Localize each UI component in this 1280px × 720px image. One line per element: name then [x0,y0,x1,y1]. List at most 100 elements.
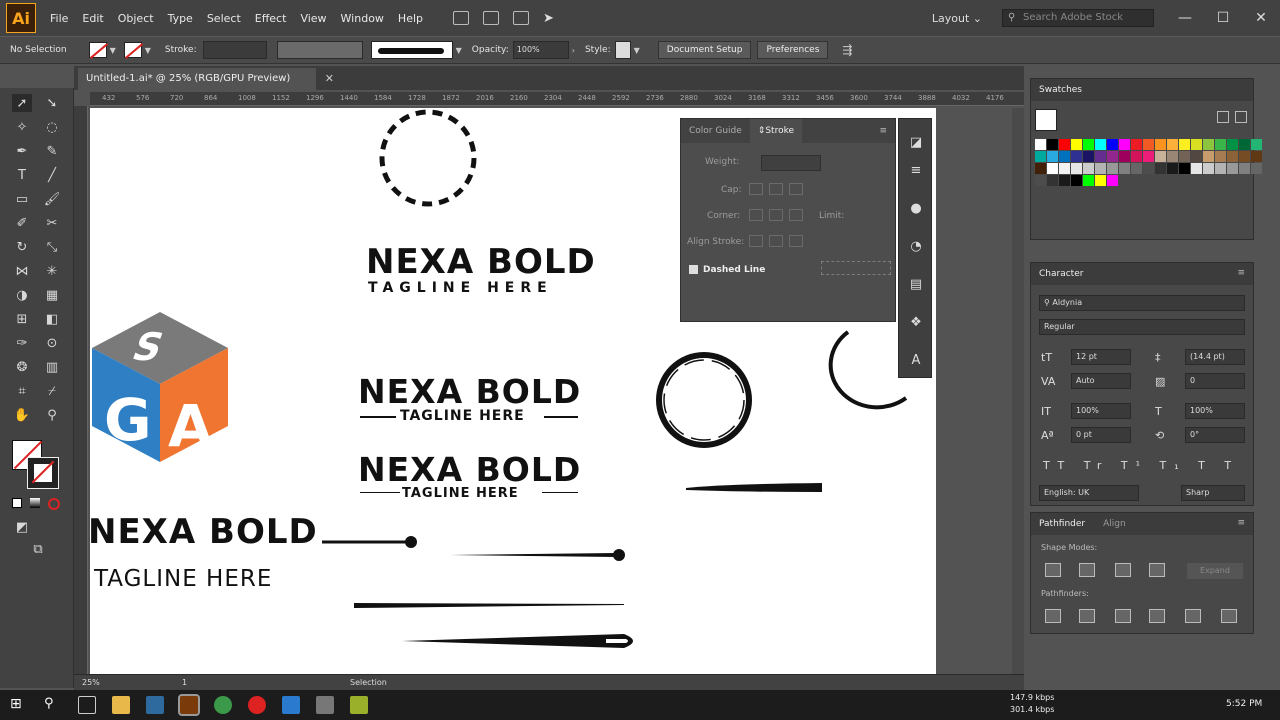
app-icon[interactable] [316,696,334,714]
illustrator-icon[interactable] [178,694,200,716]
color-swatch[interactable] [1107,151,1118,162]
color-swatch[interactable] [1035,175,1046,186]
weight-field[interactable] [761,155,821,171]
color-swatch[interactable] [1083,175,1094,186]
search-icon[interactable]: ⚲ [44,696,62,714]
color-swatch[interactable] [1143,163,1154,174]
close-tab-icon[interactable]: ✕ [325,72,334,85]
app-icon[interactable] [350,696,368,714]
color-swatch[interactable] [1059,151,1070,162]
color-swatch[interactable] [1071,139,1082,150]
color-swatch[interactable] [1143,139,1154,150]
brush-stroke-thin-taper[interactable] [352,600,628,610]
intersect-button[interactable] [1115,563,1131,577]
color-swatch[interactable] [1035,139,1046,150]
color-swatch[interactable] [1047,139,1058,150]
brush-stroke-taper-dot[interactable] [448,546,630,562]
vertical-scrollbar[interactable] [1012,108,1024,674]
width-tool-icon[interactable]: ⋈ [12,262,32,280]
color-icon[interactable]: ● [907,199,925,217]
color-swatch[interactable] [1167,139,1178,150]
color-swatch[interactable] [1083,163,1094,174]
none-swatch[interactable] [1035,109,1057,131]
tracking-field[interactable]: 0 [1185,373,1245,389]
zoom-level[interactable]: 25% [82,678,100,687]
color-swatch[interactable] [1191,139,1202,150]
color-swatch[interactable] [1215,163,1226,174]
color-swatch[interactable] [1167,163,1178,174]
transparency-icon[interactable]: ▤ [907,275,925,293]
gradient-tool-icon[interactable]: ◧ [42,310,62,328]
color-swatch[interactable] [1227,163,1238,174]
color-swatch[interactable] [1131,139,1142,150]
menu-select[interactable]: Select [207,12,241,25]
hand-tool-icon[interactable]: ✋ [12,406,32,424]
send-icon[interactable]: ➤ [543,11,554,26]
selection-tool-icon[interactable]: ➚ [12,94,32,112]
crop-button[interactable] [1149,609,1165,623]
brush-stroke-needle[interactable] [400,632,644,650]
artboard-number[interactable]: 1 [182,678,187,687]
align-center-button[interactable] [749,235,763,247]
color-swatch[interactable] [1107,139,1118,150]
color-swatch[interactable] [1155,139,1166,150]
style-swatch[interactable] [614,41,631,59]
minus-front-button[interactable] [1079,563,1095,577]
text-style-buttons[interactable]: TT Tr T¹ T₁ T T [1043,459,1239,472]
menu-edit[interactable]: Edit [82,12,103,25]
brush-definition-field[interactable] [370,41,453,59]
color-swatch[interactable] [1083,139,1094,150]
magic-wand-icon[interactable]: ✧ [12,118,32,136]
fill-swatch[interactable] [88,42,107,58]
horizontal-scale-field[interactable]: 100% [1185,403,1245,419]
line-tool-icon[interactable]: ╱ [42,166,62,184]
menu-type[interactable]: Type [168,12,193,25]
symbol-sprayer-icon[interactable]: ❂ [12,358,32,376]
color-swatch[interactable] [1239,139,1250,150]
none-mode-button[interactable] [48,498,60,510]
opera-icon[interactable] [248,696,266,714]
color-swatch[interactable] [1239,163,1250,174]
mesh-tool-icon[interactable]: ⊞ [12,310,32,328]
rectangle-tool-icon[interactable]: ▭ [12,190,32,208]
color-swatch[interactable] [1155,151,1166,162]
color-swatch[interactable] [1131,151,1142,162]
color-swatch[interactable] [1107,163,1118,174]
graph-tool-icon[interactable]: ▥ [42,358,62,376]
color-swatch[interactable] [1251,139,1262,150]
shaper-tool-icon[interactable]: ✐ [12,214,32,232]
color-swatch[interactable] [1095,139,1106,150]
kerning-field[interactable]: Auto [1071,373,1131,389]
direct-selection-tool-icon[interactable]: ➘ [42,94,62,112]
lasso-icon[interactable]: ◌ [42,118,62,136]
stock-search-input[interactable]: ⚲ Search Adobe Stock [1002,9,1154,27]
document-setup-button[interactable]: Document Setup [657,41,752,59]
menu-help[interactable]: Help [398,12,423,25]
color-swatch[interactable] [1191,163,1202,174]
pen-tool-icon[interactable]: ✒ [12,142,32,160]
character-rotation-field[interactable]: 0° [1185,427,1245,443]
color-swatch[interactable] [1251,151,1262,162]
outline-button[interactable] [1185,609,1201,623]
logo3-tagline[interactable]: TAGLINE HERE [402,486,519,501]
color-swatch[interactable] [1227,139,1238,150]
arrange-icon[interactable]: ⇶ [842,43,852,57]
close-button[interactable]: ✕ [1242,10,1280,26]
type-tool-icon[interactable]: T [12,166,32,184]
color-swatch[interactable] [1119,151,1130,162]
exclude-button[interactable] [1149,563,1165,577]
chrome-icon[interactable] [214,696,232,714]
app-icon[interactable] [282,696,300,714]
logo1-tagline[interactable]: TAGLINE HERE [368,280,553,296]
curvature-tool-icon[interactable]: ✎ [42,142,62,160]
color-swatch[interactable] [1071,175,1082,186]
paintbrush-icon[interactable]: 🖌 [42,190,62,208]
blend-tool-icon[interactable]: ⊙ [42,334,62,352]
trim-button[interactable] [1079,609,1095,623]
stroke-weight-field[interactable] [202,41,267,59]
color-swatch[interactable] [1095,175,1106,186]
grid-view-icon[interactable] [1235,111,1247,123]
artboard-tool-icon[interactable]: ⌗ [12,382,32,400]
task-view-icon[interactable] [78,696,96,714]
panel-menu-icon[interactable]: ≡ [1237,518,1245,528]
